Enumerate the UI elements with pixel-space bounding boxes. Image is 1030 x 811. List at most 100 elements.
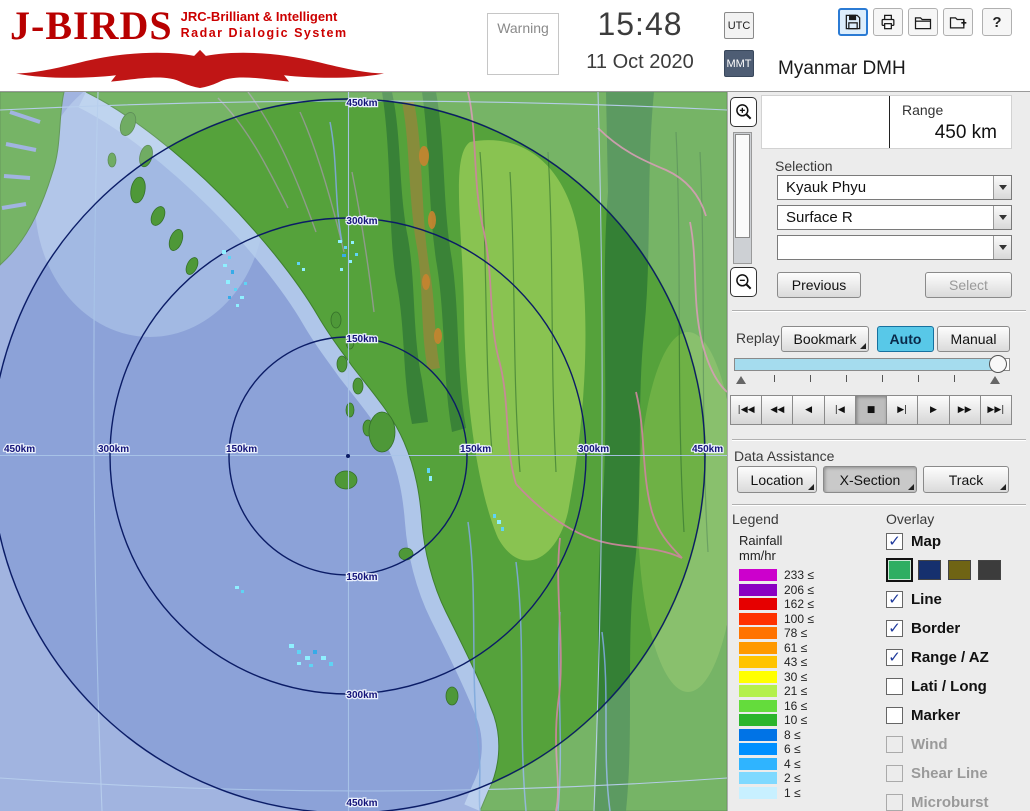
range-display: Range 450 km — [761, 95, 1012, 149]
print-button[interactable] — [873, 8, 903, 36]
bookmark-button[interactable]: Bookmark — [781, 326, 869, 352]
warning-indicator[interactable]: Warning — [487, 13, 559, 75]
legend-row: 30 ≤ — [739, 670, 874, 685]
auto-button[interactable]: Auto — [877, 326, 934, 352]
checkbox-wind — [886, 736, 903, 753]
overlay-item-label: Microburst — [911, 794, 989, 811]
range-value: 450 km — [935, 122, 997, 144]
timezone-toggle: UTC MMT — [724, 12, 754, 88]
toolbar: ? — [838, 8, 1012, 36]
legend-color-swatch — [739, 656, 777, 668]
map-color-swatch-2[interactable] — [948, 560, 971, 580]
overlay-item-map[interactable]: ✓ Map — [886, 530, 1028, 552]
timeline-ticks — [734, 375, 1010, 386]
checkbox-range-az[interactable]: ✓ — [886, 649, 903, 666]
zoom-slider[interactable] — [733, 132, 752, 264]
legend-color-swatch — [739, 772, 777, 784]
radar-map-display[interactable]: 450km 300km 150km 150km 300km 450km 450k… — [0, 92, 727, 811]
overlay-item-line[interactable]: ✓Line — [886, 588, 1028, 610]
zoom-slider-thumb[interactable] — [735, 134, 750, 238]
product-dropdown-arrow-button[interactable] — [993, 206, 1011, 229]
legend-row: 43 ≤ — [739, 655, 874, 670]
play-button[interactable]: ▶ — [917, 395, 949, 425]
ring-label: 450km — [4, 444, 35, 455]
divider — [732, 310, 1026, 312]
checkbox-border[interactable]: ✓ — [886, 620, 903, 637]
save-button[interactable] — [838, 8, 868, 36]
clock-time: 15:48 — [558, 6, 722, 43]
overlay-item-border[interactable]: ✓Border — [886, 617, 1028, 639]
legend-color-swatch — [739, 584, 777, 596]
timeline-position-marker — [990, 376, 1000, 384]
legend-row: 233 ≤ — [739, 568, 874, 583]
legend-row: 6 ≤ — [739, 742, 874, 757]
option-dropdown-arrow-button[interactable] — [993, 236, 1011, 259]
map-color-options — [886, 559, 1028, 581]
help-button[interactable]: ? — [982, 8, 1012, 36]
step-back-button[interactable]: |◀ — [824, 395, 856, 425]
station-name: Myanmar DMH — [778, 58, 906, 80]
legend-color-swatch — [739, 627, 777, 639]
map-color-swatch-3[interactable] — [978, 560, 1001, 580]
ring-label: 300km — [578, 444, 609, 455]
map-color-swatch-1[interactable] — [918, 560, 941, 580]
ring-label: 300km — [346, 690, 377, 701]
legend-value: 100 ≤ — [784, 612, 814, 626]
zoom-in-button[interactable] — [730, 97, 757, 127]
site-dropdown[interactable]: Kyauk Phyu — [777, 175, 1012, 200]
eagle-logo-icon — [10, 48, 390, 88]
ring-label: 450km — [346, 798, 377, 809]
data-assistance-label: Data Assistance — [734, 448, 834, 464]
site-dropdown-arrow-button[interactable] — [993, 176, 1011, 199]
mmt-button[interactable]: MMT — [724, 50, 754, 77]
location-button[interactable]: Location — [737, 466, 817, 493]
manual-button[interactable]: Manual — [937, 326, 1010, 352]
chevron-down-icon — [999, 245, 1007, 250]
checkbox-line[interactable]: ✓ — [886, 591, 903, 608]
play-reverse-button[interactable]: ◀ — [792, 395, 824, 425]
timeline-tick — [954, 375, 955, 382]
legend-color-swatch — [739, 743, 777, 755]
legend-value: 233 ≤ — [784, 568, 814, 582]
overlay-item-marker[interactable]: Marker — [886, 704, 1028, 726]
overlay-item-label: Shear Line — [911, 765, 988, 782]
track-button[interactable]: Track — [923, 466, 1009, 493]
timeline-tick — [774, 375, 775, 382]
stop-button[interactable]: ■ — [855, 395, 887, 425]
export-button[interactable] — [943, 8, 973, 36]
divider — [732, 504, 1026, 506]
checkbox-map[interactable]: ✓ — [886, 533, 903, 550]
overlay-item-lati-long[interactable]: Lati / Long — [886, 675, 1028, 697]
open-file-button[interactable] — [908, 8, 938, 36]
select-button[interactable]: Select — [925, 272, 1012, 298]
timeline-start-marker — [736, 376, 746, 384]
legend-color-swatch — [739, 758, 777, 770]
overlay-item-range-az[interactable]: ✓Range / AZ — [886, 646, 1028, 668]
step-forward-button[interactable]: ▶| — [886, 395, 918, 425]
utc-button[interactable]: UTC — [724, 12, 754, 39]
legend-color-swatch — [739, 787, 777, 799]
legend-value: 6 ≤ — [784, 742, 801, 756]
legend-color-swatch — [739, 613, 777, 625]
timeline-thumb[interactable] — [989, 355, 1007, 373]
zoom-out-button[interactable] — [730, 267, 757, 297]
legend-scale: 233 ≤206 ≤162 ≤100 ≤78 ≤61 ≤43 ≤30 ≤21 ≤… — [739, 568, 874, 800]
skip-to-end-button[interactable]: ▶▶| — [980, 395, 1012, 425]
x-section-button[interactable]: X-Section — [823, 466, 917, 493]
skip-to-start-button[interactable]: |◀◀ — [730, 395, 762, 425]
overlay-item-label: Map — [911, 533, 941, 550]
replay-timeline[interactable] — [734, 358, 1010, 371]
legend-unit-line2: mm/hr — [739, 548, 782, 563]
header: J-BIRDS JRC-Brilliant & Intelligent Rada… — [0, 0, 1030, 92]
option-dropdown[interactable] — [777, 235, 1012, 260]
checkbox-shear-line — [886, 765, 903, 782]
previous-button[interactable]: Previous — [777, 272, 861, 298]
checkbox-lati-long[interactable] — [886, 678, 903, 695]
fast-forward-button[interactable]: ▶▶ — [949, 395, 981, 425]
overlay-item-wind: Wind — [886, 733, 1028, 755]
checkbox-marker[interactable] — [886, 707, 903, 724]
map-color-swatch-0[interactable] — [888, 560, 911, 580]
product-dropdown[interactable]: Surface R — [777, 205, 1012, 230]
fast-rewind-button[interactable]: ◀◀ — [761, 395, 793, 425]
overlay-label: Overlay — [886, 511, 934, 527]
